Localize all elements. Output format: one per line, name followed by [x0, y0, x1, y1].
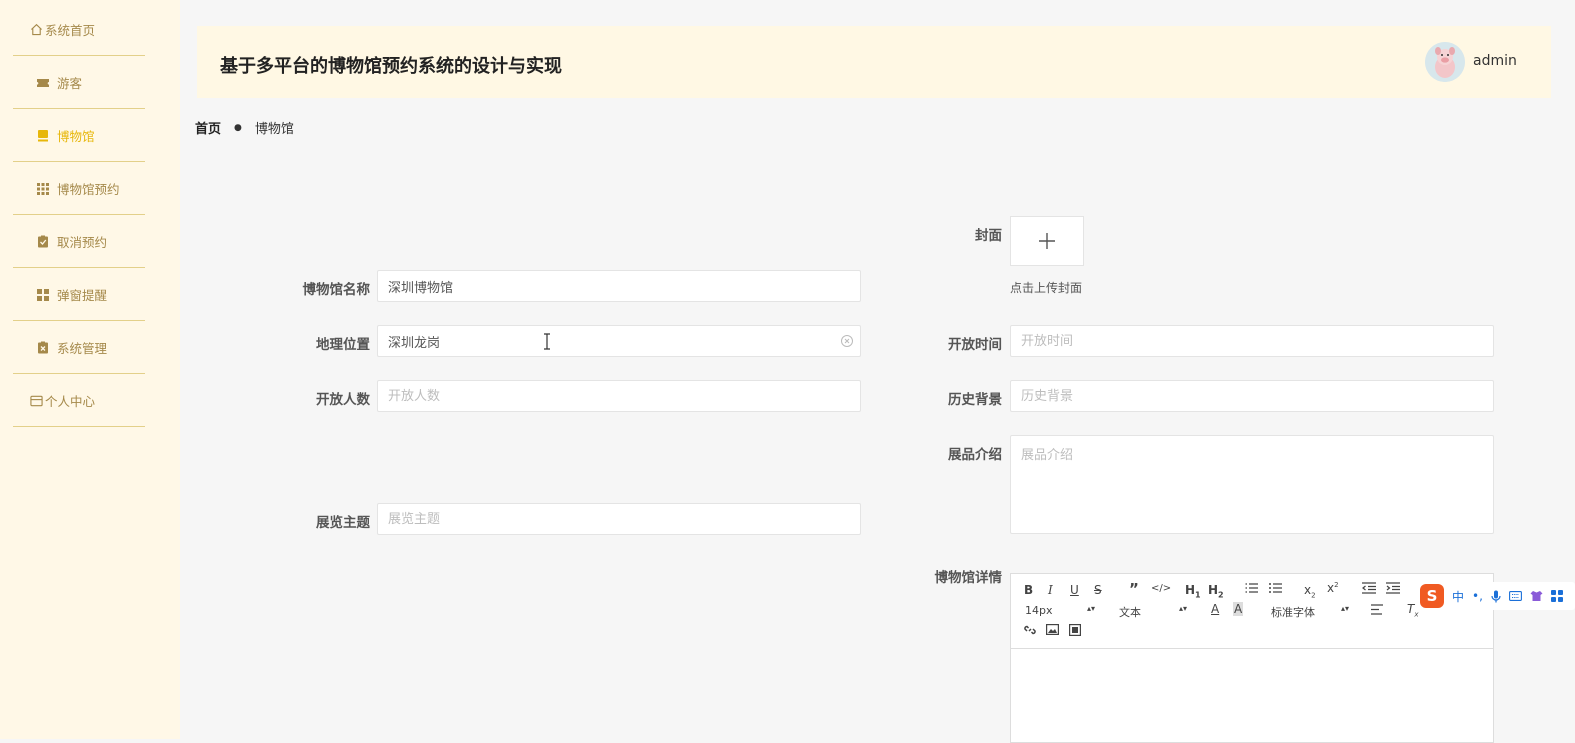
plus-icon [1039, 233, 1055, 249]
grid-icon [35, 181, 51, 197]
sidebar: 系统首页 游客 博物馆 博物馆预约 取消预约 弹窗提醒 系统管理 个人中心 [0, 0, 180, 739]
card-icon [29, 393, 43, 409]
ime-punct-toggle[interactable]: •, [1472, 589, 1483, 603]
cover-upload-button[interactable] [1010, 216, 1084, 266]
ticket-icon [35, 75, 51, 91]
text-cursor-icon [542, 333, 552, 350]
header-bar: 基于多平台的博物馆预约系统的设计与实现 admin [197, 26, 1551, 98]
clear-icon[interactable] [840, 334, 854, 348]
sidebar-item-home[interactable]: 系统首页 [13, 4, 145, 56]
font-size-select[interactable]: 14px ▴▾ [1025, 604, 1095, 617]
ime-lang-toggle[interactable]: 中 [1452, 588, 1464, 605]
capacity-input[interactable] [377, 380, 861, 412]
sidebar-item-label: 弹窗提醒 [57, 288, 108, 303]
open-time-input[interactable] [1010, 325, 1494, 357]
italic-icon[interactable]: I [1048, 583, 1053, 597]
sidebar-item-label: 系统首页 [45, 23, 96, 38]
superscript-icon[interactable]: x2 [1327, 581, 1339, 595]
home-icon [29, 22, 43, 38]
heading1-icon[interactable]: H1 [1185, 583, 1201, 599]
ordered-list-icon[interactable] [1245, 582, 1258, 597]
theme-label: 展览主题 [316, 515, 370, 531]
format-select[interactable]: 文本 ▴▾ [1119, 604, 1187, 620]
blockquote-icon[interactable]: ” [1129, 580, 1139, 598]
format-value: 文本 [1119, 606, 1141, 619]
video-icon[interactable] [1069, 624, 1082, 639]
sidebar-item-label: 系统管理 [57, 341, 108, 356]
detail-label: 博物馆详情 [934, 570, 1003, 586]
background-color-icon[interactable]: A [1233, 602, 1244, 616]
text-color-icon[interactable]: A [1211, 602, 1219, 616]
location-input[interactable] [377, 325, 861, 357]
indent-icon[interactable] [1386, 582, 1400, 597]
image-icon[interactable] [1046, 624, 1060, 638]
sidebar-item-label: 取消预约 [57, 235, 108, 250]
capacity-label: 开放人数 [316, 392, 370, 408]
font-family-select[interactable]: 标准字体 ▴▾ [1271, 604, 1349, 620]
ime-toolbar[interactable]: S 中 •, [1418, 582, 1575, 610]
font-size-value: 14px [1025, 604, 1053, 617]
apps-icon [35, 287, 51, 303]
select-arrows-icon: ▴▾ [1178, 604, 1187, 613]
breadcrumb-separator-icon: ● [234, 122, 242, 133]
underline-icon[interactable]: U [1070, 583, 1079, 597]
clipboard-x-icon [35, 340, 51, 356]
sidebar-item-label: 博物馆预约 [57, 182, 120, 197]
page-title: 基于多平台的博物馆预约系统的设计与实现 [220, 56, 562, 77]
sidebar-item-label: 个人中心 [45, 394, 96, 409]
clear-format-icon[interactable]: Tx [1407, 602, 1419, 618]
avatar[interactable] [1425, 42, 1465, 82]
exhibits-label: 展品介绍 [948, 447, 1002, 463]
sidebar-item-visitor[interactable]: 游客 [13, 57, 145, 109]
sidebar-item-cancel[interactable]: 取消预约 [13, 216, 145, 268]
select-arrows-icon: ▴▾ [1086, 604, 1095, 613]
sidebar-item-popup[interactable]: 弹窗提醒 [13, 269, 145, 321]
heading2-icon[interactable]: H2 [1208, 583, 1224, 599]
museum-name-input[interactable] [377, 270, 861, 302]
bullet-list-icon[interactable] [1269, 582, 1282, 597]
skin-icon[interactable] [1530, 590, 1543, 602]
sidebar-item-reservation[interactable]: 博物馆预约 [13, 163, 145, 215]
theme-input[interactable] [377, 503, 861, 535]
microphone-icon[interactable] [1491, 590, 1501, 603]
font-family-value: 标准字体 [1271, 606, 1315, 619]
name-label: 博物馆名称 [302, 282, 371, 298]
location-label: 地理位置 [316, 337, 370, 353]
clipboard-check-icon [35, 234, 51, 250]
breadcrumb-home[interactable]: 首页 [195, 118, 221, 137]
bold-icon[interactable]: B [1024, 583, 1033, 597]
sogou-logo-icon[interactable]: S [1420, 584, 1444, 608]
exhibits-textarea[interactable] [1010, 435, 1494, 534]
strike-icon[interactable]: S [1094, 583, 1102, 597]
keyboard-icon[interactable] [1508, 591, 1522, 601]
sidebar-item-label: 游客 [57, 76, 83, 91]
sidebar-item-museum[interactable]: 博物馆 [13, 110, 145, 162]
cover-label: 封面 [975, 228, 1002, 244]
align-icon[interactable] [1371, 604, 1383, 618]
history-label: 历史背景 [948, 392, 1002, 408]
user-name[interactable]: admin [1473, 53, 1517, 69]
museum-icon [35, 128, 51, 144]
breadcrumb: 首页 ● 博物馆 [195, 118, 294, 137]
open-time-label: 开放时间 [948, 337, 1002, 353]
breadcrumb-current: 博物馆 [254, 122, 294, 137]
toolbox-icon[interactable] [1550, 590, 1563, 602]
code-block-icon[interactable]: </> [1151, 583, 1171, 594]
sidebar-item-profile[interactable]: 个人中心 [13, 375, 145, 427]
history-input[interactable] [1010, 380, 1494, 412]
select-arrows-icon: ▴▾ [1340, 604, 1349, 613]
sidebar-item-system[interactable]: 系统管理 [13, 322, 145, 374]
subscript-icon[interactable]: x2 [1304, 583, 1316, 599]
link-icon[interactable] [1024, 624, 1036, 639]
outdent-icon[interactable] [1362, 582, 1376, 597]
sidebar-item-label: 博物馆 [57, 129, 95, 144]
cover-upload-hint: 点击上传封面 [1010, 281, 1083, 295]
